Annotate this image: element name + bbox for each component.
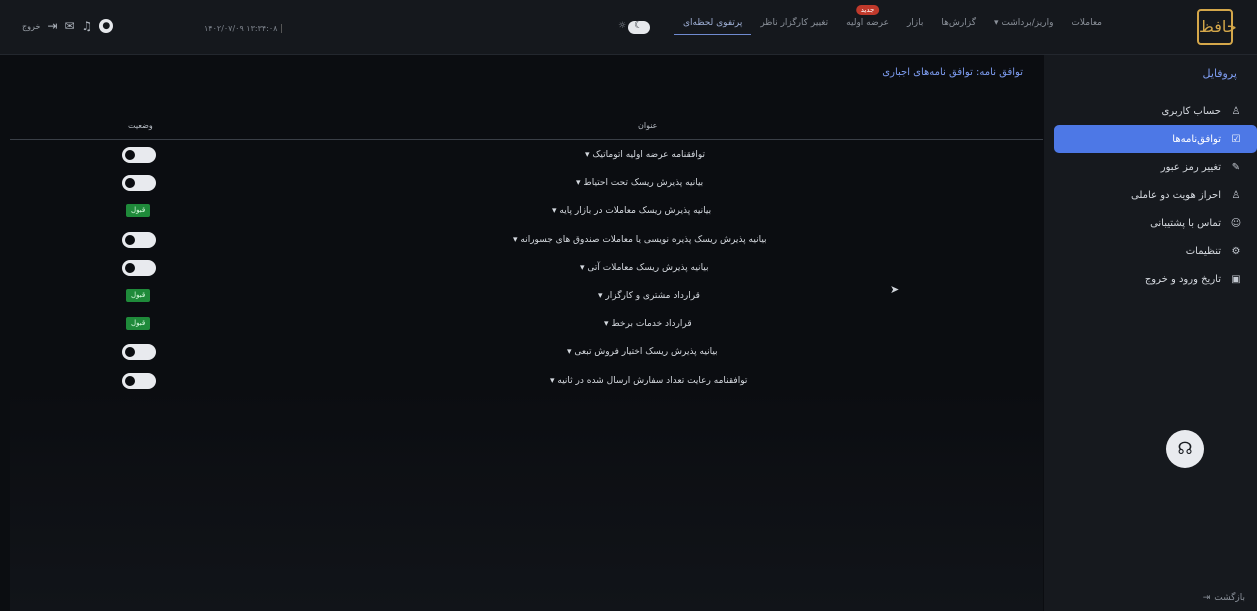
- top-bar: حافظ معاملات واریز/برداشت ▾ گزارش‌ها باز…: [0, 0, 1257, 55]
- datetime: ۱۴۰۲/۰۷/۰۹ ۱۳:۳۴:۰۸: [204, 24, 283, 33]
- agreement-toggle[interactable]: [122, 344, 156, 361]
- accepted-badge: قبول: [126, 317, 151, 331]
- nav-live-portfolio[interactable]: پرتفوی لحظه‌ای: [673, 18, 752, 35]
- back-arrow-icon: ⇥: [1202, 593, 1211, 603]
- main-nav: معاملات واریز/برداشت ▾ گزارش‌ها بازار جد…: [673, 5, 1111, 35]
- page-title: توافق نامه: توافق نامه‌های اجباری: [882, 67, 1023, 78]
- table-row: بیانیه پذیرش ریسک معاملات در بازار پایه …: [10, 199, 1043, 227]
- nav-reports[interactable]: گزارش‌ها: [932, 18, 985, 35]
- top-actions: خروج ⇥ ✉ ♫ ●: [22, 19, 114, 33]
- accepted-badge: قبول: [126, 288, 151, 302]
- calendar-icon: ▣: [1231, 273, 1241, 285]
- sidebar-menu: ♙ حساب کاربری ☑ توافق‌نامه‌ها ✎ تغییر رم…: [1044, 97, 1257, 293]
- support-user-icon: ☺: [1230, 217, 1242, 229]
- agreement-title[interactable]: قرارداد خدمات برخط ▾: [604, 319, 692, 329]
- sidebar-item-two-factor[interactable]: ♙ احراز هویت دو عاملی: [1052, 181, 1257, 209]
- sidebar-item-label: توافق‌نامه‌ها: [1172, 133, 1221, 145]
- sidebar-item-login-history[interactable]: ▣ تاریخ ورود و خروج: [1052, 265, 1257, 293]
- table-row: قرارداد مشتری و کارگزار ▾ قبول: [10, 284, 1043, 312]
- new-badge: جدید: [855, 5, 880, 15]
- agreement-title[interactable]: قرارداد مشتری و کارگزار ▾: [598, 291, 700, 301]
- nav-market[interactable]: بازار: [898, 18, 932, 35]
- sun-icon: ☼: [618, 21, 627, 31]
- back-button[interactable]: بازگشت ⇥: [1203, 593, 1245, 603]
- moon-icon: ☾: [634, 20, 643, 31]
- agreement-toggle[interactable]: [122, 231, 156, 248]
- agreement-toggle[interactable]: [122, 259, 156, 276]
- mail-icon[interactable]: ✉: [64, 19, 74, 33]
- user-icon: ♙: [1231, 105, 1241, 117]
- sidebar-item-label: تاریخ ورود و خروج: [1144, 273, 1221, 285]
- sidebar-item-agreements[interactable]: ☑ توافق‌نامه‌ها: [1054, 125, 1257, 153]
- user-icon[interactable]: ●: [99, 19, 114, 33]
- back-label: بازگشت: [1214, 593, 1245, 603]
- column-title: عنوان: [638, 121, 658, 130]
- column-status: وضعیت: [128, 121, 153, 130]
- sidebar-item-label: تغییر رمز عبور: [1160, 161, 1221, 173]
- agreements-table: توافقنامه عرضه اولیه اتوماتیک ▾ بیانیه پ…: [10, 143, 1043, 397]
- table-row: توافقنامه عرضه اولیه اتوماتیک ▾: [10, 143, 1043, 171]
- nav-ipo[interactable]: جدید عرضه اولیه: [837, 5, 898, 35]
- user-shield-icon: ♙: [1231, 189, 1241, 201]
- mouse-cursor-icon: ➤: [890, 283, 900, 296]
- sidebar: پروفایل ♙ حساب کاربری ☑ توافق‌نامه‌ها ✎ …: [1044, 55, 1257, 611]
- logo[interactable]: حافظ: [1197, 9, 1237, 45]
- nav-change-broker[interactable]: تغییر کارگزار ناظر: [751, 18, 837, 35]
- sidebar-item-settings[interactable]: ⚙ تنظیمات: [1052, 237, 1257, 265]
- sidebar-title: پروفایل: [1202, 67, 1237, 80]
- theme-toggle[interactable]: ☼ ☾: [618, 20, 658, 34]
- accepted-badge: قبول: [126, 204, 151, 218]
- main-content: توافق نامه: توافق نامه‌های اجباری عنوان …: [10, 55, 1043, 611]
- gear-icon: ⚙: [1231, 245, 1241, 257]
- logout-icon[interactable]: ⇥: [47, 19, 57, 33]
- bell-icon[interactable]: ♫: [82, 19, 93, 33]
- nav-trading[interactable]: معاملات: [1062, 18, 1111, 35]
- agreement-toggle[interactable]: [122, 147, 156, 163]
- table-row: بیانیه پذیرش ریسک معاملات آتی ▾: [10, 256, 1043, 284]
- agreement-title[interactable]: بیانیه پذیرش ریسک اختیار فروش تبعی ▾: [567, 347, 718, 357]
- sidebar-item-label: تماس با پشتیبانی: [1150, 217, 1221, 229]
- document-edit-icon: ✎: [1231, 161, 1241, 173]
- nav-deposit-withdraw[interactable]: واریز/برداشت ▾: [985, 18, 1062, 35]
- agreement-toggle[interactable]: [122, 175, 156, 192]
- sidebar-item-account[interactable]: ♙ حساب کاربری: [1052, 97, 1257, 125]
- sidebar-item-support[interactable]: ☺ تماس با پشتیبانی: [1052, 209, 1257, 237]
- sidebar-item-change-password[interactable]: ✎ تغییر رمز عبور: [1052, 153, 1257, 181]
- table-row: قرارداد خدمات برخط ▾ قبول: [10, 312, 1043, 340]
- agreement-title[interactable]: بیانیه پذیرش ریسک معاملات آتی ▾: [580, 263, 709, 273]
- document-check-icon: ☑: [1231, 133, 1241, 145]
- table-row: بیانیه پذیرش ریسک تحت احتیاط ▾: [10, 171, 1043, 199]
- table-row: بیانیه پذیرش ریسک اختیار فروش تبعی ▾: [10, 340, 1043, 368]
- agreement-title[interactable]: توافقنامه رعایت تعداد سفارش ارسال شده در…: [550, 376, 747, 386]
- table-header: عنوان وضعیت: [10, 117, 1043, 140]
- sidebar-item-label: حساب کاربری: [1161, 105, 1221, 117]
- agreement-title[interactable]: بیانیه پذیرش ریسک تحت احتیاط ▾: [576, 178, 703, 188]
- agreement-toggle[interactable]: [122, 372, 156, 389]
- exit-label[interactable]: خروج: [22, 22, 40, 31]
- agreement-title[interactable]: توافقنامه عرضه اولیه اتوماتیک ▾: [585, 150, 705, 160]
- agreement-title[interactable]: بیانیه پذیرش ریسک پذیره نویسی یا معاملات…: [513, 235, 767, 245]
- nav-ipo-label: عرضه اولیه: [846, 18, 889, 28]
- table-row: توافقنامه رعایت تعداد سفارش ارسال شده در…: [10, 369, 1043, 397]
- headset-icon[interactable]: ☊: [1166, 430, 1204, 468]
- agreement-title[interactable]: بیانیه پذیرش ریسک معاملات در بازار پایه …: [552, 206, 711, 216]
- sidebar-item-label: احراز هویت دو عاملی: [1131, 189, 1221, 201]
- table-row: بیانیه پذیرش ریسک پذیره نویسی یا معاملات…: [10, 228, 1043, 256]
- sidebar-item-label: تنظیمات: [1185, 245, 1221, 257]
